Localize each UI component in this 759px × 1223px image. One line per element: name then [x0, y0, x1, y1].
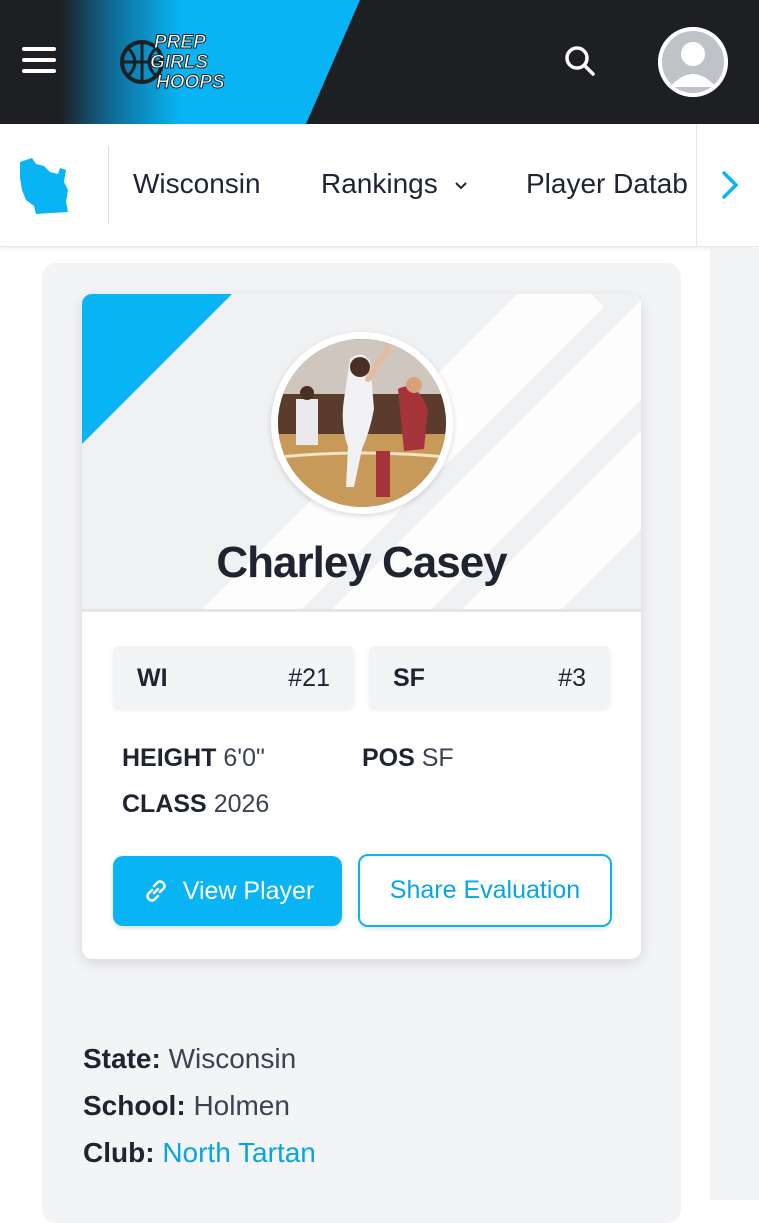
- logo-text-hoops: HOOPS: [156, 72, 225, 93]
- nav-divider: [108, 146, 109, 224]
- player-photo: [271, 332, 453, 514]
- state-label: State:: [83, 1043, 161, 1074]
- info-state: State: Wisconsin: [83, 1043, 296, 1075]
- page-right-gutter: [710, 248, 759, 1200]
- banner-corner-accent: [82, 294, 232, 444]
- chevron-right-icon[interactable]: [716, 168, 744, 202]
- info-school: School: Holmen: [83, 1090, 290, 1122]
- height-attribute: HEIGHT 6'0": [122, 744, 265, 773]
- club-label: Club:: [83, 1137, 155, 1168]
- class-value: 2026: [213, 790, 270, 818]
- position-value: SF: [421, 744, 454, 772]
- nav-right-divider: [696, 124, 697, 246]
- player-card: Charley Casey WI #21 SF #3 HEIGHT 6'0" P…: [82, 294, 641, 959]
- player-card-banner: Charley Casey: [82, 294, 641, 612]
- position-rank-value: #3: [558, 664, 586, 692]
- state-rank-value: #21: [288, 664, 330, 692]
- nav-item-wisconsin[interactable]: Wisconsin: [133, 168, 261, 200]
- share-evaluation-button[interactable]: Share Evaluation: [358, 854, 612, 927]
- class-label: CLASS: [122, 790, 207, 818]
- state-rank-badge: WI #21: [113, 646, 354, 708]
- logo-text-girls: GIRLS: [150, 52, 208, 73]
- nav-item-rankings-label: Rankings: [321, 168, 438, 199]
- position-rank-badge: SF #3: [369, 646, 610, 708]
- club-link[interactable]: North Tartan: [162, 1137, 316, 1168]
- position-label: POS: [362, 744, 415, 772]
- state-nav-bar: Wisconsin Rankings Player Datab: [0, 124, 759, 247]
- top-header: PREP GIRLS HOOPS: [0, 0, 759, 124]
- prep-girls-hoops-logo[interactable]: PREP GIRLS HOOPS: [120, 28, 238, 94]
- wisconsin-state-icon[interactable]: [14, 154, 74, 218]
- height-label: HEIGHT: [122, 744, 217, 772]
- nav-item-rankings[interactable]: Rankings: [321, 168, 468, 200]
- state-value: Wisconsin: [168, 1043, 297, 1074]
- school-label: School:: [83, 1090, 186, 1121]
- class-attribute: CLASS 2026: [122, 790, 269, 819]
- state-rank-label: WI: [137, 664, 168, 692]
- player-name: Charley Casey: [216, 538, 507, 587]
- search-icon[interactable]: [562, 43, 598, 79]
- link-icon: [146, 880, 166, 902]
- chevron-down-icon: [454, 181, 467, 190]
- view-player-label: View Player: [182, 876, 315, 905]
- school-value: Holmen: [193, 1090, 290, 1121]
- view-player-button[interactable]: View Player: [113, 856, 342, 926]
- position-rank-label: SF: [393, 664, 425, 692]
- user-avatar-icon[interactable]: [658, 27, 728, 97]
- logo-text-prep: PREP: [154, 32, 206, 53]
- hamburger-menu-icon[interactable]: [22, 47, 56, 75]
- position-attribute: POS SF: [362, 744, 454, 773]
- info-club: Club: North Tartan: [83, 1137, 316, 1169]
- nav-item-player-database[interactable]: Player Datab: [526, 168, 698, 200]
- height-value: 6'0": [223, 744, 265, 772]
